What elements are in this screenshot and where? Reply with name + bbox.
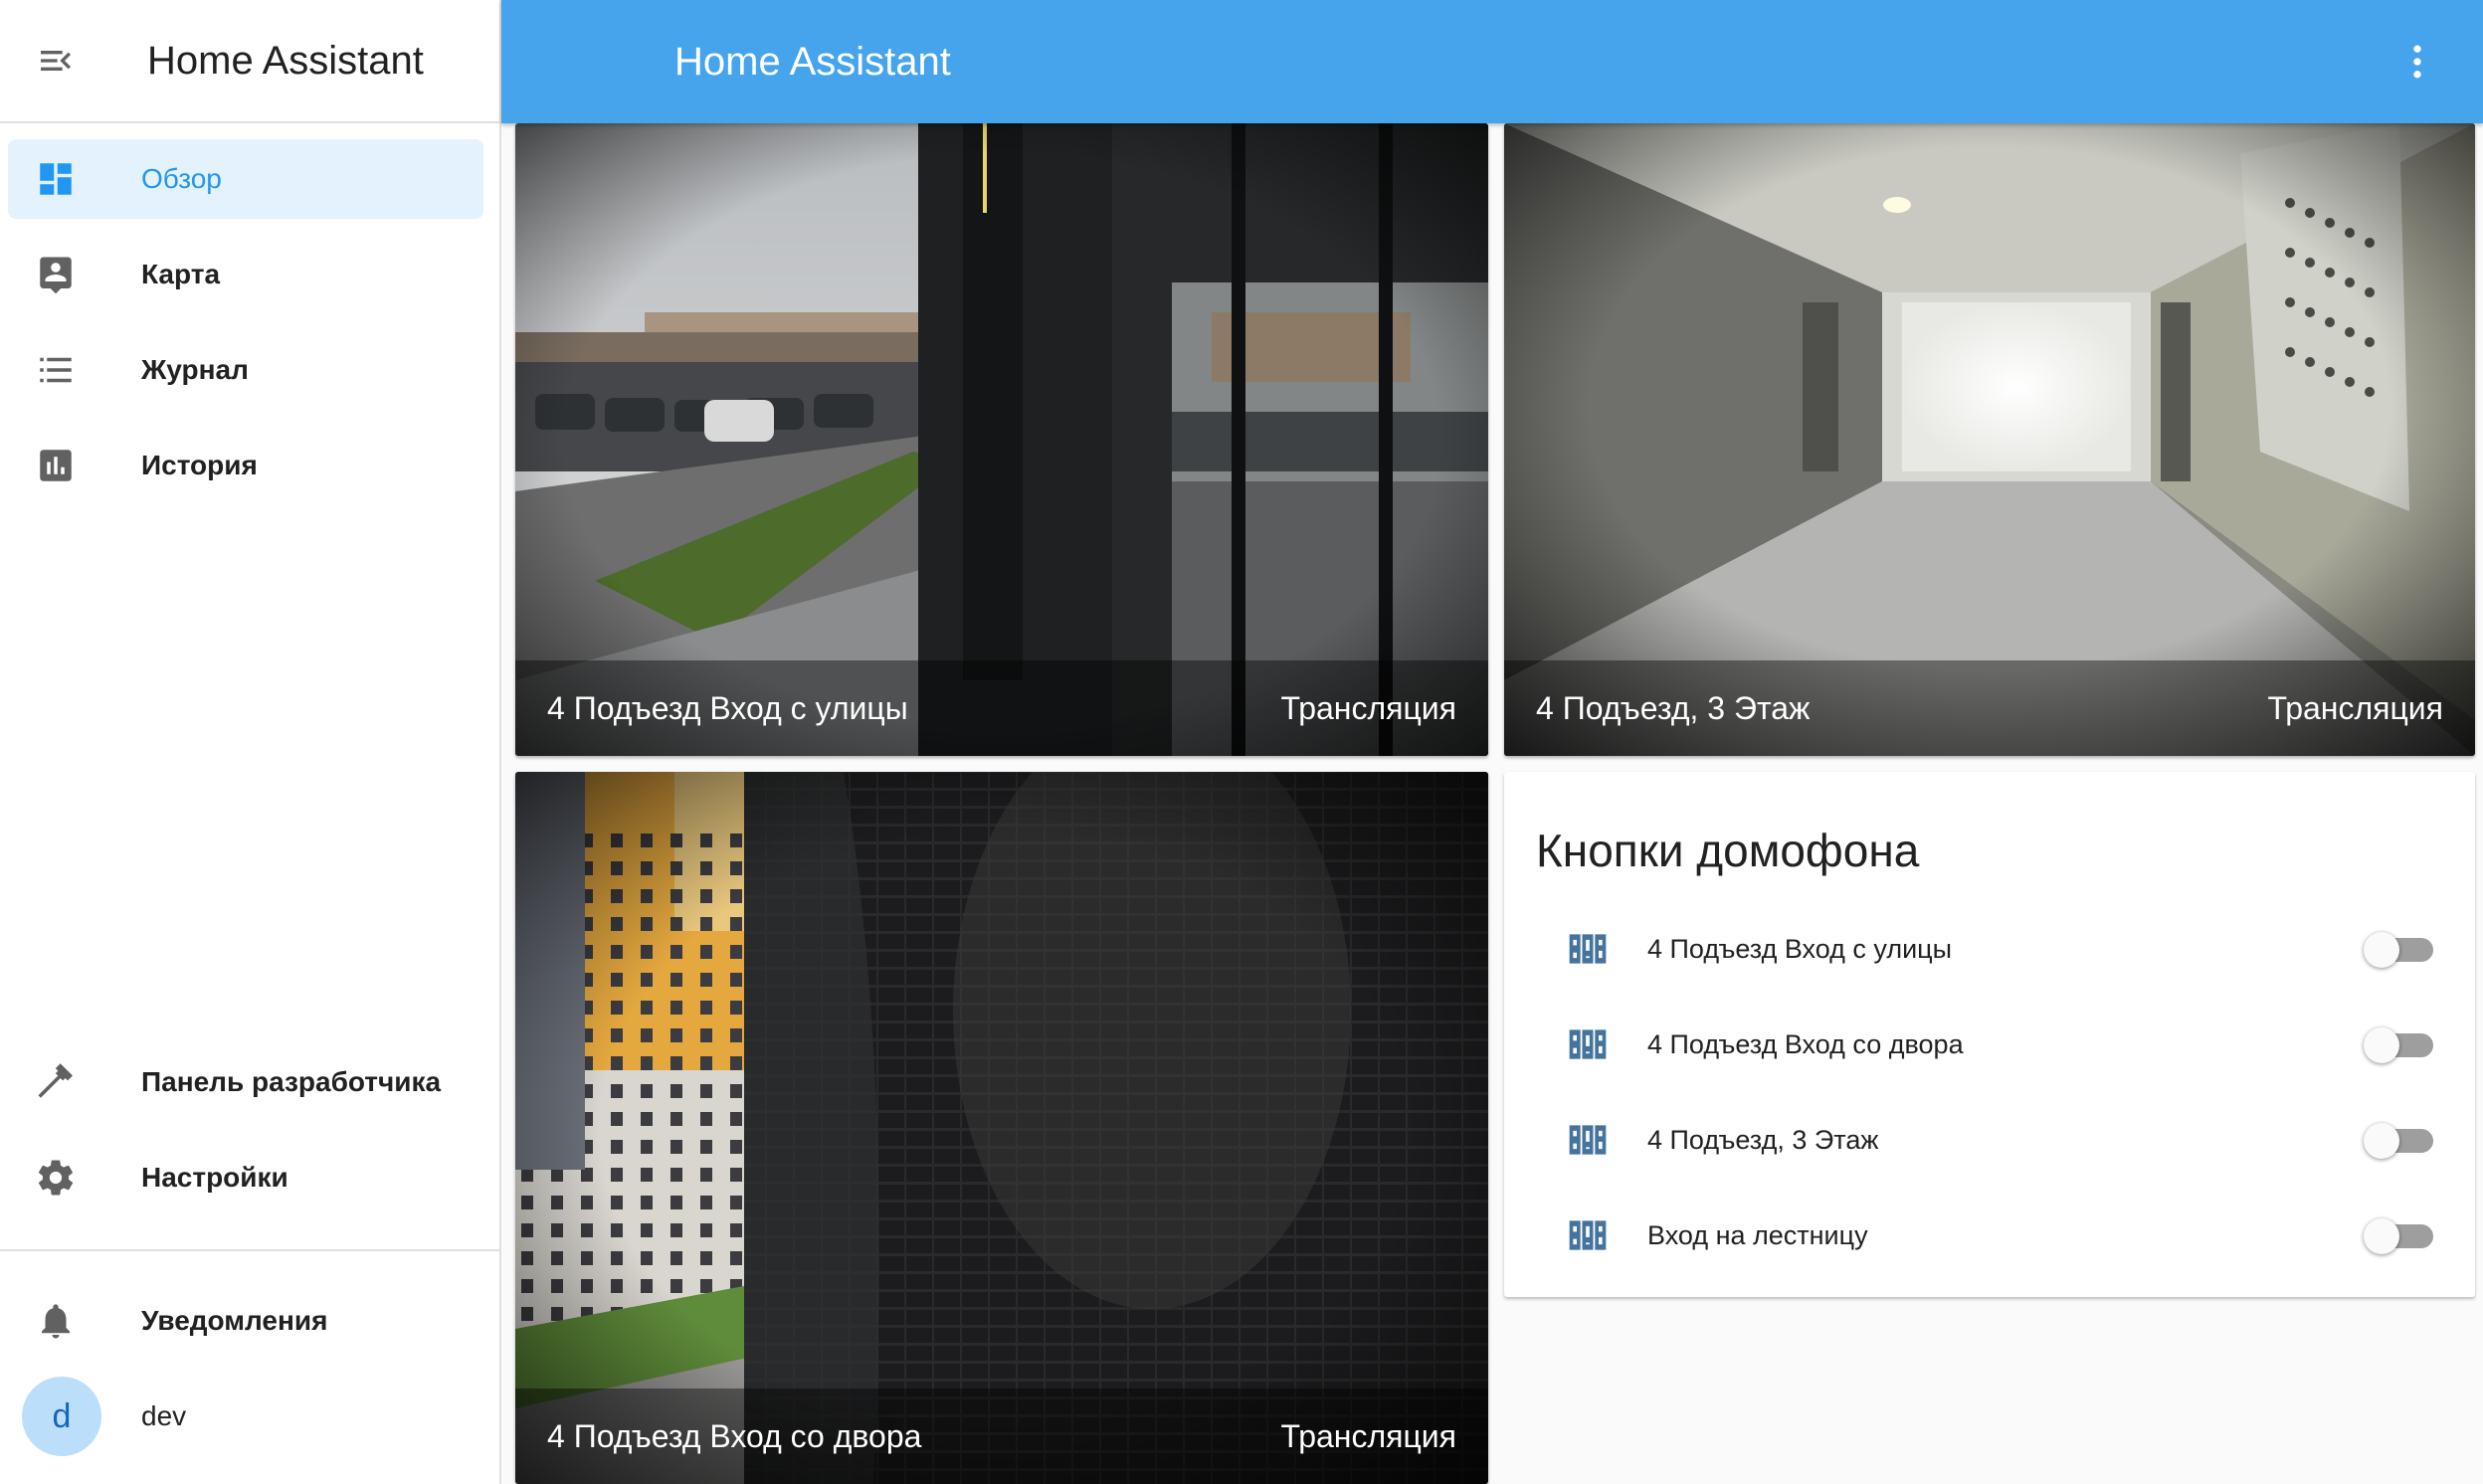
camera-feed-image xyxy=(515,772,1488,1484)
menu-collapse-icon xyxy=(41,51,71,71)
sidebar-item-history[interactable]: История xyxy=(8,426,483,505)
intercom-toggle[interactable] xyxy=(2364,932,2435,968)
sidebar: Home Assistant Обзор Карта Журнал Истори… xyxy=(0,0,501,1484)
camera-stream-label: Трансляция xyxy=(1280,1417,1456,1454)
sidebar-nav: Обзор Карта Журнал История xyxy=(0,123,499,505)
hammer-icon xyxy=(38,1063,73,1098)
sidebar-item-settings[interactable]: Настройки xyxy=(8,1138,483,1217)
intercom-toggle[interactable] xyxy=(2364,1218,2435,1254)
intercom-button-label: 4 Подъезд, 3 Этаж xyxy=(1647,1124,1879,1155)
camera-name: 4 Подъезд Вход со двора xyxy=(547,1417,922,1454)
more-options-button[interactable] xyxy=(2391,36,2443,88)
camera-card-floor-3[interactable]: 4 Подъезд, 3 Этаж Трансляция xyxy=(1504,123,2475,756)
list-icon xyxy=(40,357,72,383)
sidebar-title: Home Assistant xyxy=(147,38,424,83)
card-title: Кнопки домофона xyxy=(1536,825,1920,876)
intercom-buttons-card: Кнопки домофона 4 Подъезд Вход с улицы 4… xyxy=(1504,772,2475,1297)
sidebar-item-logbook[interactable]: Журнал xyxy=(8,330,483,410)
toggle-knob xyxy=(2364,1123,2399,1159)
intercom-row: 4 Подъезд Вход с улицы xyxy=(1504,901,2475,997)
intercom-button-label: 4 Подъезд Вход со двора xyxy=(1647,1028,1964,1059)
camera-card-street-entrance[interactable]: 4 Подъезд Вход с улицы Трансляция xyxy=(515,123,1488,756)
intercom-keypad-icon xyxy=(1569,1029,1607,1059)
intercom-button-label: Вход на лестницу xyxy=(1647,1219,1868,1250)
intercom-keypad-icon xyxy=(1569,934,1607,964)
camera-name: 4 Подъезд, 3 Этаж xyxy=(1536,689,1811,726)
menu-toggle-button[interactable] xyxy=(0,0,111,122)
gear-icon xyxy=(38,1160,74,1196)
bell-icon xyxy=(42,1304,70,1339)
page-title: Home Assistant xyxy=(674,39,951,84)
camera-caption-bar: 4 Подъезд, 3 Этаж Трансляция xyxy=(1504,660,2475,756)
sidebar-item-notifications[interactable]: Уведомления xyxy=(8,1281,483,1361)
camera-card-courtyard-entrance[interactable]: 4 Подъезд Вход со двора Трансляция xyxy=(515,772,1488,1484)
intercom-row: 4 Подъезд, 3 Этаж xyxy=(1504,1092,2475,1188)
toggle-knob xyxy=(2364,932,2399,968)
camera-stream-label: Трансляция xyxy=(2267,689,2443,726)
map-account-icon xyxy=(40,257,72,294)
sidebar-header: Home Assistant xyxy=(0,0,499,123)
sidebar-item-overview[interactable]: Обзор xyxy=(8,139,483,219)
dashboard-icon xyxy=(40,163,72,195)
intercom-button-label: 4 Подъезд Вход с улицы xyxy=(1647,933,1953,964)
notifications-label: Уведомления xyxy=(141,1305,328,1336)
camera-caption-bar: 4 Подъезд Вход со двора Трансляция xyxy=(515,1389,1488,1484)
intercom-row: 4 Подъезд Вход со двора xyxy=(1504,997,2475,1092)
chart-icon xyxy=(40,450,72,481)
intercom-toggle[interactable] xyxy=(2364,1027,2435,1063)
sidebar-item-label: Обзор xyxy=(141,163,222,194)
sidebar-item-label: Журнал xyxy=(141,354,249,385)
sidebar-item-label: История xyxy=(141,450,258,480)
intercom-keypad-icon xyxy=(1569,1220,1607,1250)
intercom-row: Вход на лестницу xyxy=(1504,1188,2475,1283)
camera-name: 4 Подъезд Вход с улицы xyxy=(547,689,908,726)
sidebar-item-label: Панель разработчика xyxy=(141,1066,442,1097)
top-app-bar: Home Assistant xyxy=(501,0,2483,123)
intercom-toggle[interactable] xyxy=(2364,1123,2435,1159)
sidebar-item-label: Карта xyxy=(141,259,221,289)
camera-stream-label: Трансляция xyxy=(1280,689,1456,726)
intercom-keypad-icon xyxy=(1569,1125,1607,1155)
sidebar-user-area: Уведомления d dev xyxy=(0,1281,499,1472)
sidebar-divider xyxy=(0,1249,499,1251)
avatar: d xyxy=(22,1377,101,1456)
sidebar-item-developer-tools[interactable]: Панель разработчика xyxy=(8,1042,483,1122)
camera-caption-bar: 4 Подъезд Вход с улицы Трансляция xyxy=(515,660,1488,756)
sidebar-item-profile[interactable]: d dev xyxy=(8,1377,483,1456)
sidebar-bottom-nav: Панель разработчика Настройки xyxy=(0,1042,499,1233)
app-root: Home Assistant Обзор Карта Журнал Истори… xyxy=(0,0,2483,1484)
user-name: dev xyxy=(141,1400,187,1431)
toggle-knob xyxy=(2364,1027,2399,1063)
sidebar-item-label: Настройки xyxy=(141,1162,288,1193)
more-vertical-icon xyxy=(2413,45,2421,79)
toggle-knob xyxy=(2364,1218,2399,1254)
sidebar-item-map[interactable]: Карта xyxy=(8,235,483,314)
